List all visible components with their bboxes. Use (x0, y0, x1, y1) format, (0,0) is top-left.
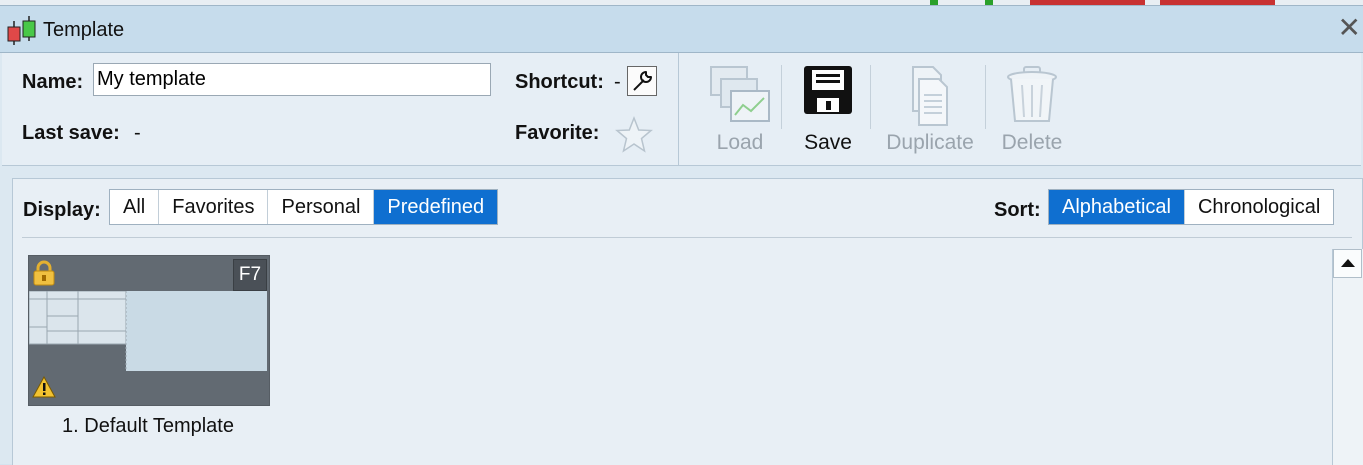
warning-icon (32, 376, 56, 398)
duplicate-label: Duplicate (886, 131, 974, 154)
candlestick-app-icon (7, 16, 36, 45)
template-name[interactable]: 1. Default Template (28, 415, 268, 438)
display-option-predefined[interactable]: Predefined (374, 190, 498, 224)
sort-options: Alphabetical Chronological (1048, 189, 1335, 225)
floppy-disk-save-icon (804, 66, 852, 114)
divider (22, 237, 1352, 238)
display-filter: All Favorites Personal Predefined (109, 189, 499, 225)
template-thumbnail[interactable]: F7 (28, 255, 270, 406)
close-icon[interactable]: ✕ (1338, 12, 1361, 44)
delete-button[interactable]: Delete (996, 53, 1068, 165)
load-button[interactable]: Load (702, 53, 778, 165)
toolbar-divider (678, 53, 679, 165)
shortcut-key-badge: F7 (233, 259, 267, 291)
load-icon (710, 66, 770, 122)
vertical-scrollbar[interactable] (1332, 249, 1363, 465)
sort-label: Sort: (994, 199, 1041, 221)
duplicate-icon (912, 66, 948, 126)
display-option-personal[interactable]: Personal (268, 190, 375, 224)
display-label: Display: (23, 199, 101, 221)
favorite-label: Favorite: (515, 122, 600, 144)
last-save-label: Last save: (22, 122, 120, 144)
scroll-up-button[interactable] (1333, 249, 1362, 278)
sort-option-chronological[interactable]: Chronological (1185, 190, 1333, 224)
templates-panel: Display: All Favorites Personal Predefin… (12, 178, 1363, 465)
display-option-all[interactable]: All (110, 190, 160, 224)
duplicate-button[interactable]: Duplicate (882, 53, 978, 165)
window-title: Template (43, 19, 125, 41)
delete-label: Delete (1001, 131, 1063, 154)
template-dialog: Template ✕ Name: Last save: - Shortcut: … (0, 5, 1363, 465)
shortcut-value: - (614, 71, 621, 93)
sort-option-alphabetical[interactable]: Alphabetical (1049, 190, 1185, 224)
favorite-star-icon[interactable] (614, 115, 654, 155)
save-button[interactable]: Save (794, 53, 862, 165)
last-save-value: - (134, 122, 141, 144)
lock-icon (33, 260, 55, 286)
template-details: Name: Last save: - Shortcut: - Favorite:… (2, 53, 1361, 166)
trash-can-icon (1007, 66, 1057, 122)
shortcut-label: Shortcut: (515, 71, 604, 93)
save-label: Save (804, 131, 852, 154)
name-input[interactable] (93, 63, 491, 96)
load-label: Load (716, 131, 764, 154)
toolbar-separator (870, 65, 871, 129)
title-bar[interactable]: Template ✕ (0, 6, 1363, 53)
toolbar-separator (781, 65, 782, 129)
wrench-icon (633, 71, 652, 91)
shortcut-edit-button[interactable] (627, 66, 657, 96)
name-label: Name: (22, 71, 84, 93)
display-option-favorites[interactable]: Favorites (159, 190, 269, 224)
template-layout-preview (29, 291, 267, 371)
toolbar-separator (985, 65, 986, 129)
